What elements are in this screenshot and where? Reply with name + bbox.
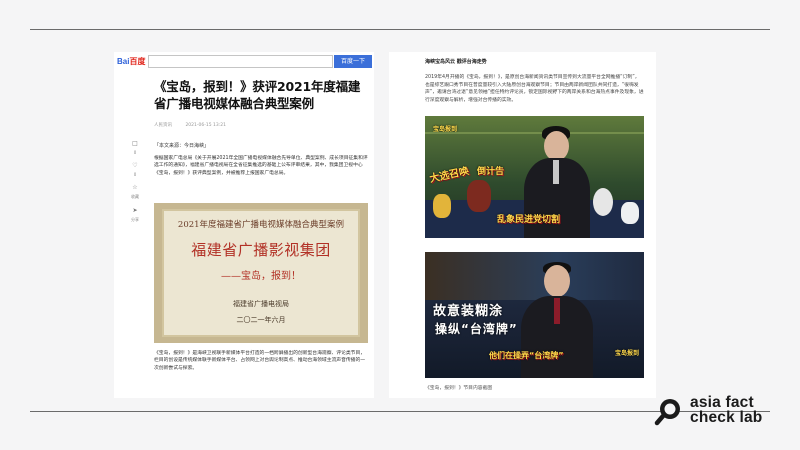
caricature-figure xyxy=(467,180,491,212)
plaque-date: 二〇二一年六月 xyxy=(236,316,286,324)
baidu-logo[interactable]: Bai百度 xyxy=(117,56,145,67)
screenshot-caption: 《宝岛，报到！》节目内容截图 xyxy=(425,386,493,391)
like-count: 0 xyxy=(133,172,137,177)
headline-line-2: 操纵“台湾牌” xyxy=(435,322,518,336)
shelf-decor xyxy=(425,132,644,134)
plaque-issuer: 福建省广播电视局 xyxy=(233,300,289,308)
plaque-program: ——宝岛，报到！ xyxy=(221,271,301,282)
article-paragraph-2: 《宝岛，报到！》是海峡卫视联手新媒体平台打造的一档跨屏播出的创新型台海观察、评论… xyxy=(154,351,366,371)
host-tie xyxy=(554,298,560,324)
collect-icon[interactable]: ☆ xyxy=(128,184,142,191)
collect-label: 收藏 xyxy=(131,194,139,199)
article-paragraph-1: 根据国家广电总局《关于开展2021年全国广播电视媒体融合先导单位、典型案例、成长… xyxy=(154,156,368,176)
bottom-banner: 他们在操弄“台湾牌” xyxy=(489,351,564,360)
share-label: 分享 xyxy=(131,217,139,222)
plaque-award-title: 2021年度福建省广播电视媒体融合典型案例 xyxy=(177,220,345,230)
overlay-tag-1: 大选召唤 xyxy=(428,165,471,185)
anchor-shirt xyxy=(553,160,559,184)
cartoon-figure-right xyxy=(593,188,613,216)
award-plaque-image: 2021年度福建省广播电视媒体融合典型案例 福建省广播影视集团 ——宝岛，报到！… xyxy=(154,203,368,343)
plaque-recipient: 福建省广播影视集团 xyxy=(191,241,331,259)
baidu-logo-suffix: 百度 xyxy=(129,57,146,66)
section-paragraph: 2019年4月开播的《宝岛，报到！》，是原创台海新闻资讯类节目宣传到大流量平台全… xyxy=(425,75,644,103)
article-source-line: 「本文来源：今日海峡」 xyxy=(154,143,210,149)
studio-backdrop xyxy=(425,252,644,300)
magnifier-icon xyxy=(654,399,680,426)
plaque-face: 2021年度福建省广播电视媒体融合典型案例 福建省广播影视集团 ——宝岛，报到！… xyxy=(162,209,360,337)
anchor-face xyxy=(544,131,569,161)
headline-line-1: 故意装糊涂 xyxy=(433,304,504,319)
article-meta: 人民资讯 2021-06-15 13:21 xyxy=(154,122,238,128)
program-logo-badge-2: 宝岛报到 xyxy=(615,350,640,357)
baidu-article-screenshot: Bai百度 百度一下 《宝岛，报到！》获评2021年度福建省广播电视媒体融合典型… xyxy=(114,52,374,398)
comment-icon[interactable]: □ xyxy=(128,140,142,147)
search-button[interactable]: 百度一下 xyxy=(334,55,372,68)
article-title: 《宝岛，报到！》获评2021年度福建省广播电视媒体融合典型案例 xyxy=(154,79,361,111)
comment-count: 0 xyxy=(133,150,137,155)
like-icon[interactable]: ♡ xyxy=(128,162,142,169)
share-icon[interactable]: ➤ xyxy=(128,207,142,214)
overlay-tag-2: 倒计告 xyxy=(477,167,505,177)
brand-line-2: check lab xyxy=(690,409,763,426)
top-divider xyxy=(30,29,770,30)
asia-fact-check-lab-logo: asia fact check lab xyxy=(654,392,784,436)
section-heading: 海峡宝岛风云 戳评台海走势 xyxy=(425,59,487,65)
article-source[interactable]: 人民资讯 xyxy=(154,123,172,128)
program-screenshot-2: 宝岛报到 故意装糊涂 操纵“台湾牌” 他们在操弄“台湾牌” xyxy=(425,252,644,378)
side-action-bar: □ 0 ♡ 0 ☆ 收藏 ➤ 分享 xyxy=(128,140,142,230)
host-face xyxy=(544,265,570,297)
article-date: 2021-06-15 13:21 xyxy=(185,123,226,128)
brand-line-1: asia fact xyxy=(690,394,754,411)
brand-wordmark: asia fact check lab xyxy=(690,394,763,426)
search-input[interactable] xyxy=(148,55,333,68)
baidu-header: Bai百度 百度一下 xyxy=(114,52,374,70)
program-article-screenshot: 海峡宝岛风云 戳评台海走势 2019年4月开播的《宝岛，报到！》，是原创台海新闻… xyxy=(389,52,656,398)
program-screenshot-1: 宝岛报到 大选召唤 倒计告 乱象民进党切割 xyxy=(425,116,644,238)
overlay-tag-3: 乱象民进党切割 xyxy=(497,215,561,225)
pineapple-figure xyxy=(433,194,451,218)
cartoon-figure-far-right xyxy=(621,202,639,224)
